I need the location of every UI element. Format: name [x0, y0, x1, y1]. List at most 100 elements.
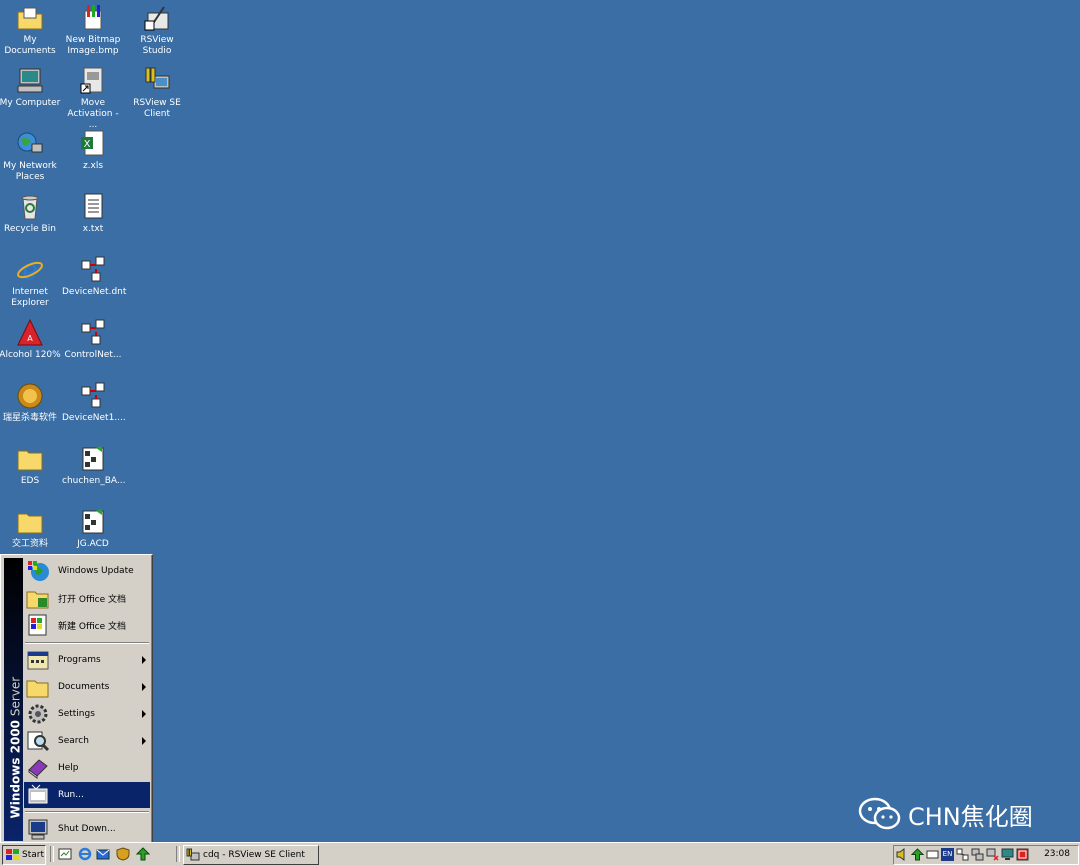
start-menu-item-help[interactable]: Help: [24, 755, 150, 781]
desktop-icon-chuchen-ba[interactable]: chuchen_BA...: [61, 444, 126, 487]
desktop-icon-label: Move Activation - ...: [67, 98, 119, 130]
network-config-icon: [81, 256, 105, 282]
start-menu-item-settings[interactable]: Settings: [24, 701, 150, 727]
desktop-icon-label: Alcohol 120%: [0, 350, 61, 360]
start-menu-item-windows-update[interactable]: Windows Update: [24, 558, 150, 584]
start-menu-item-label: Windows Update: [58, 566, 134, 576]
start-menu-item-documents[interactable]: Documents: [24, 674, 150, 700]
green-arrow-icon[interactable]: [136, 847, 150, 861]
desktop-icon-eds[interactable]: EDS: [0, 444, 62, 487]
wechat-icon: [858, 797, 901, 830]
start-menu-item-run[interactable]: Run...: [24, 782, 150, 808]
taskbar: Start cdq - RSView SE Client EN 23:08: [0, 842, 1080, 865]
desktop-icon-jiaogong-ziliao[interactable]: 交工资料: [0, 507, 62, 550]
start-menu-item-label: 打开 Office 文档: [58, 594, 126, 605]
desktop-icon-label: RSView SE Client: [133, 98, 181, 119]
start-menu-item-label: Shut Down...: [58, 824, 116, 834]
run-icon: [28, 784, 48, 804]
start-menu-separator: [25, 642, 149, 644]
desktop-icon-label: 瑞星杀毒软件: [2, 413, 57, 423]
start-menu-item-label: Documents: [58, 682, 110, 692]
start-menu-banner: Windows 2000 Server: [4, 558, 23, 841]
rsview-client-icon: [145, 67, 170, 89]
rslogix-project-icon: [82, 446, 104, 471]
watermark: CHN焦化圈: [858, 794, 1033, 834]
desktop-icon-label: My Computer: [0, 98, 61, 108]
start-menu-separator: [25, 811, 149, 813]
desktop-icon-z-xls[interactable]: X z.xls: [61, 129, 125, 172]
desktop-icon-devicenet1[interactable]: DeviceNet1....: [61, 381, 126, 424]
start-menu-item-label: Run...: [58, 790, 84, 800]
shut-down-computer-icon: [28, 819, 48, 840]
rslinx-tray-icon[interactable]: [1016, 848, 1029, 861]
taskbar-task-rsview-se-client[interactable]: cdq - RSView SE Client: [183, 845, 319, 865]
desktop-icon-recycle-bin[interactable]: Recycle Bin: [0, 192, 62, 235]
taskbar-clock[interactable]: 23:08: [1044, 849, 1070, 859]
desktop-icon-label: Internet Explorer: [11, 287, 49, 308]
excel-file-icon: X: [81, 130, 104, 156]
rslogix-project-icon: [82, 509, 104, 534]
antivirus-shield-icon[interactable]: [116, 847, 130, 861]
documents-folder-icon: [26, 680, 49, 698]
language-indicator[interactable]: EN: [941, 848, 954, 861]
computer-icon: [17, 68, 43, 93]
windows-flag-icon: [6, 849, 19, 860]
rsview-studio-icon: [144, 6, 169, 31]
desktop-icon-jg-acd[interactable]: JG.ACD: [61, 507, 125, 550]
network-globe-icon: [17, 132, 43, 153]
desktop-icon-controlnet[interactable]: ControlNet...: [61, 318, 125, 361]
desktop-icon-label: Recycle Bin: [4, 224, 56, 234]
show-desktop-icon[interactable]: [58, 847, 72, 861]
start-menu-item-programs[interactable]: Programs: [24, 647, 150, 673]
start-menu-banner-text: Windows 2000 Server: [7, 563, 26, 823]
submenu-arrow-icon: [142, 656, 146, 664]
start-menu-item-label: Search: [58, 736, 89, 746]
taskbar-separator: [176, 846, 180, 862]
start-menu-item-label: Help: [58, 763, 79, 773]
svg-text:e: e: [22, 256, 37, 285]
desktop-icon-label: 交工资料: [11, 539, 48, 549]
start-menu-item-new-office-document[interactable]: 新建 Office 文档: [24, 612, 150, 638]
start-menu-item-search[interactable]: Search: [24, 728, 150, 754]
network-link-icon[interactable]: [956, 848, 969, 861]
disconnected-network-icon[interactable]: [986, 848, 999, 861]
desktop-icon-label: ControlNet...: [64, 350, 122, 360]
rsview-client-icon: [186, 848, 200, 861]
desktop-icon-rsview-se-client[interactable]: RSView SE Client: [125, 66, 189, 120]
desktop-icon-rsview-studio[interactable]: RSView Studio: [125, 3, 189, 57]
keyboard-icon[interactable]: [926, 848, 939, 861]
desktop-icon-label: My Documents: [4, 35, 56, 56]
system-tray: EN 23:08: [893, 845, 1079, 865]
banner-product-name: Windows 2000: [8, 719, 23, 819]
desktop-icon-internet-explorer[interactable]: e Internet Explorer: [0, 255, 62, 309]
desktop-icon-devicenet-dnt[interactable]: DeviceNet.dnt: [61, 255, 126, 298]
desktop-icon-label: chuchen_BA...: [62, 476, 126, 486]
svg-text:A: A: [27, 334, 33, 343]
shortcut-document-icon: [80, 67, 103, 94]
desktop-icon-label: DeviceNet1....: [62, 413, 126, 423]
recycle-bin-icon: [21, 195, 39, 220]
internet-explorer-icon[interactable]: [78, 847, 92, 861]
folder-icon: [17, 450, 43, 471]
desktop-icon-label: New Bitmap Image.bmp: [65, 35, 121, 56]
start-menu-item-label: Settings: [58, 709, 95, 719]
start-button[interactable]: Start: [2, 845, 46, 865]
start-menu-item-open-office-document[interactable]: 打开 Office 文档: [24, 585, 150, 611]
desktop-icon-my-network-places[interactable]: My Network Places: [0, 129, 62, 183]
desktop-icon-alcohol-120[interactable]: A Alcohol 120%: [0, 318, 62, 361]
desktop-icon-my-documents[interactable]: My Documents: [0, 3, 62, 57]
volume-speaker-icon[interactable]: [896, 848, 909, 861]
new-office-document-icon: [28, 614, 47, 636]
desktop-icon-rising-antivirus[interactable]: 瑞星杀毒软件: [0, 381, 62, 424]
desktop-icon-my-computer[interactable]: My Computer: [0, 66, 62, 109]
start-menu-item-shut-down[interactable]: Shut Down...: [24, 816, 150, 842]
desktop-icon-move-activation[interactable]: Move Activation - ...: [61, 66, 125, 131]
outlook-express-icon[interactable]: [96, 847, 110, 861]
desktop-icon-x-txt[interactable]: x.txt: [61, 192, 125, 235]
submenu-arrow-icon: [142, 737, 146, 745]
alcohol-app-icon: A: [17, 318, 43, 346]
monitor-icon[interactable]: [1001, 848, 1014, 861]
network-connection-icon[interactable]: [971, 848, 984, 861]
green-arrow-icon[interactable]: [911, 848, 924, 861]
desktop-icon-new-bitmap[interactable]: New Bitmap Image.bmp: [61, 3, 125, 57]
